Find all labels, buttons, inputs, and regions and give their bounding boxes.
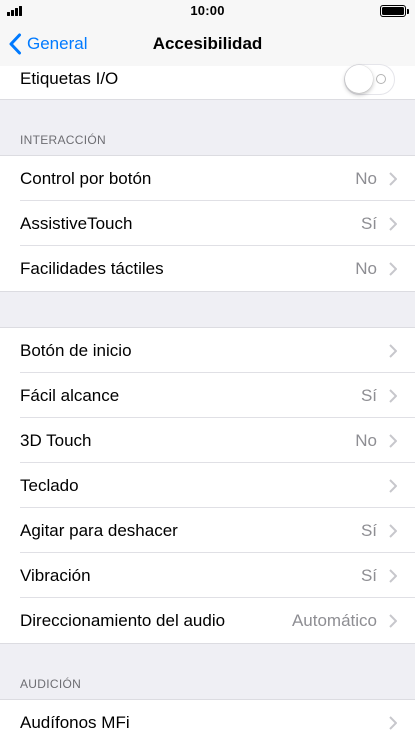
row-etiquetas-io: Etiquetas I/O xyxy=(0,64,415,100)
section-header-hearing: AUDICIÓN xyxy=(20,677,82,691)
row-label: Audífonos MFi xyxy=(20,713,130,732)
row-facilidades-tactiles[interactable]: Facilidades táctiles No xyxy=(0,246,415,291)
row-value: No xyxy=(355,169,377,188)
chevron-right-icon xyxy=(389,716,397,730)
row-label: AssistiveTouch xyxy=(20,214,133,233)
row-teclado[interactable]: Teclado xyxy=(0,463,415,508)
row-audifonos-mfi[interactable]: Audífonos MFi xyxy=(0,700,415,745)
row-value: Sí xyxy=(360,214,377,233)
row-3d-touch[interactable]: 3D Touch No xyxy=(0,418,415,463)
row-assistivetouch[interactable]: AssistiveTouch Sí xyxy=(0,201,415,246)
row-control-por-boton[interactable]: Control por botón No xyxy=(0,156,415,201)
row-boton-de-inicio[interactable]: Botón de inicio xyxy=(0,328,415,373)
section-header-interaction: INTERACCIÓN xyxy=(20,133,106,147)
battery-icon xyxy=(380,5,409,17)
chevron-right-icon xyxy=(389,614,397,628)
chevron-right-icon xyxy=(389,479,397,493)
row-label: Vibración xyxy=(20,566,91,585)
chevron-right-icon xyxy=(389,524,397,538)
status-time: 10:00 xyxy=(190,3,225,18)
row-value: No xyxy=(355,431,377,450)
row-label: Etiquetas I/O xyxy=(20,69,119,88)
group-general: Botón de inicio Fácil alcance Sí 3D Touc… xyxy=(0,327,415,644)
row-value: Sí xyxy=(360,566,377,585)
row-value: Automático xyxy=(291,611,377,630)
row-label: 3D Touch xyxy=(20,431,92,450)
chevron-right-icon xyxy=(389,434,397,448)
row-label: Agitar para deshacer xyxy=(20,521,178,540)
row-label: Control por botón xyxy=(20,169,152,188)
row-label: Fácil alcance xyxy=(20,386,120,405)
group-interaction: Control por botón No AssistiveTouch Sí F… xyxy=(0,155,415,292)
row-facil-alcance[interactable]: Fácil alcance Sí xyxy=(0,373,415,418)
chevron-right-icon xyxy=(389,217,397,231)
status-bar: 10:00 xyxy=(0,0,415,22)
chevron-right-icon xyxy=(389,569,397,583)
group-hearing: Audífonos MFi xyxy=(0,699,415,745)
row-label: Botón de inicio xyxy=(20,341,132,360)
chevron-right-icon xyxy=(389,389,397,403)
chevron-right-icon xyxy=(389,344,397,358)
row-label: Teclado xyxy=(20,476,79,495)
page-title: Accesibilidad xyxy=(152,34,263,53)
chevron-right-icon xyxy=(389,262,397,276)
row-agitar-para-deshacer[interactable]: Agitar para deshacer Sí xyxy=(0,508,415,553)
toggle-knob xyxy=(345,65,373,93)
row-direccionamiento-del-audio[interactable]: Direccionamiento del audio Automático xyxy=(0,598,415,643)
settings-list: Etiquetas I/O INTERACCIÓN Control por bo… xyxy=(0,64,415,745)
navigation-bar: General Accesibilidad xyxy=(0,22,415,66)
row-vibracion[interactable]: Vibración Sí xyxy=(0,553,415,598)
etiquetas-io-toggle[interactable] xyxy=(344,64,395,95)
row-label: Facilidades táctiles xyxy=(20,259,164,278)
toggle-off-indicator-icon xyxy=(376,74,386,84)
row-value: Sí xyxy=(360,386,377,405)
chevron-right-icon xyxy=(389,172,397,186)
row-value: Sí xyxy=(360,521,377,540)
row-value: No xyxy=(355,259,377,278)
row-label: Direccionamiento del audio xyxy=(20,611,226,630)
